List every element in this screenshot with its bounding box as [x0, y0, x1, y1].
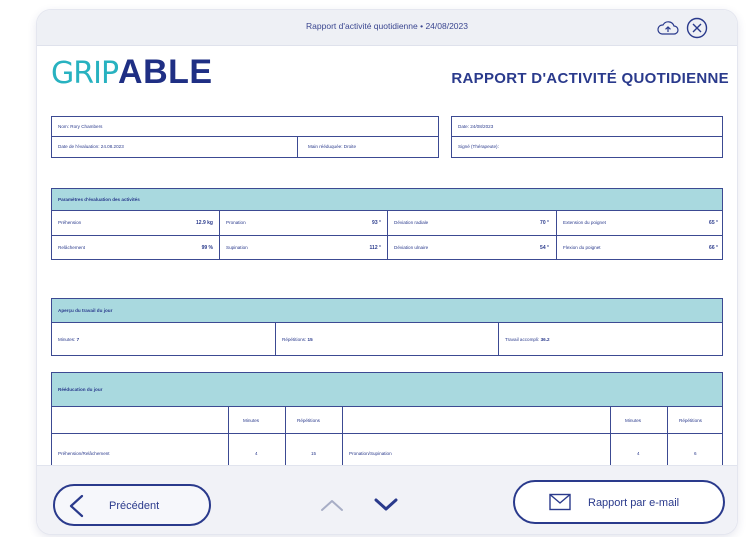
param-value: 99 % — [201, 245, 213, 251]
param-value: 112 ° — [369, 245, 381, 251]
email-report-button[interactable]: Rapport par e-mail — [513, 480, 725, 524]
chevron-down-icon[interactable] — [373, 497, 399, 513]
activity-parameters-table: Paramètres d'évaluation des activités Pr… — [51, 188, 723, 260]
rehab-left-reps: 15 — [311, 451, 317, 456]
report-date: Date: 24/08/2023 — [458, 124, 494, 129]
col-minutes: Minutes — [243, 418, 260, 423]
chevron-left-icon — [69, 494, 84, 518]
param-value: 70 ° — [540, 220, 549, 226]
cloud-upload-icon[interactable] — [657, 20, 679, 36]
email-label: Rapport par e-mail — [588, 497, 680, 509]
rehab-left-minutes: 4 — [255, 451, 258, 456]
param-label: Déviation ulnaire — [394, 245, 429, 250]
rehab-right-minutes: 4 — [637, 451, 640, 456]
col-reps: Répétitions — [679, 418, 702, 423]
param-value: 12.9 kg — [196, 220, 213, 226]
chevron-up-icon[interactable] — [319, 497, 345, 513]
report-title: RAPPORT D'ACTIVITÉ QUOTIDIENNE — [451, 70, 729, 87]
close-circle-icon[interactable] — [686, 17, 708, 39]
rehab-hand: Main rééduquée: Droite — [308, 144, 357, 149]
param-value: 54 ° — [540, 245, 549, 251]
therapist-signature: Signé (Thérapeute): — [458, 144, 499, 149]
minutes-summary: Minutes: 7 — [58, 337, 80, 342]
param-label: Flexion du poignet — [563, 245, 601, 250]
param-label: Supination — [226, 245, 248, 250]
rehab-title: Rééducation du jour — [58, 387, 103, 392]
rehab-left-label: Préhension/Relâchement — [58, 451, 110, 456]
work-summary: Travail accompli: 36.2 — [505, 337, 550, 342]
patient-info-box: Nom: Rory Chambers Date de l'évaluation:… — [51, 116, 439, 158]
mail-icon — [549, 493, 571, 511]
param-value: 66 ° — [709, 245, 718, 251]
report-window: Rapport d'activité quotidienne • 24/08/2… — [37, 10, 737, 534]
date-signature-box: Date: 24/08/2023 Signé (Thérapeute): — [451, 116, 723, 158]
daily-work-overview: Aperçu du travail du jour Minutes: 7 Rép… — [51, 298, 723, 356]
col-minutes: Minutes — [625, 418, 642, 423]
param-value: 65 ° — [709, 220, 718, 226]
reps-summary: Répétitions: 15 — [282, 337, 313, 342]
gripable-logo: GRIPABLE — [51, 53, 213, 91]
overview-title: Aperçu du travail du jour — [58, 308, 113, 313]
previous-label: Précédent — [109, 500, 160, 512]
params-title: Paramètres d'évaluation des activités — [58, 197, 140, 202]
previous-button[interactable]: Précédent — [53, 484, 211, 526]
title-bar: Rapport d'activité quotidienne • 24/08/2… — [37, 10, 737, 46]
param-label: Préhension — [58, 220, 82, 225]
rehab-right-label: Pronation/Supination — [349, 451, 392, 456]
bottom-navigation: Précédent Rapport par e-mail — [37, 465, 737, 534]
param-label: Déviation radiale — [394, 220, 429, 225]
window-title: Rapport d'activité quotidienne • 24/08/2… — [306, 21, 468, 31]
evaluation-date: Date de l'évaluation: 24.08.2023 — [58, 144, 124, 149]
param-label: Pronation — [226, 220, 246, 225]
rehab-right-reps: 6 — [694, 451, 697, 456]
patient-name: Nom: Rory Chambers — [58, 124, 103, 129]
param-label: Extension du poignet — [563, 220, 606, 225]
col-reps: Répétitions — [297, 418, 320, 423]
param-value: 93 ° — [372, 220, 381, 226]
param-label: Relâchement — [58, 245, 86, 250]
